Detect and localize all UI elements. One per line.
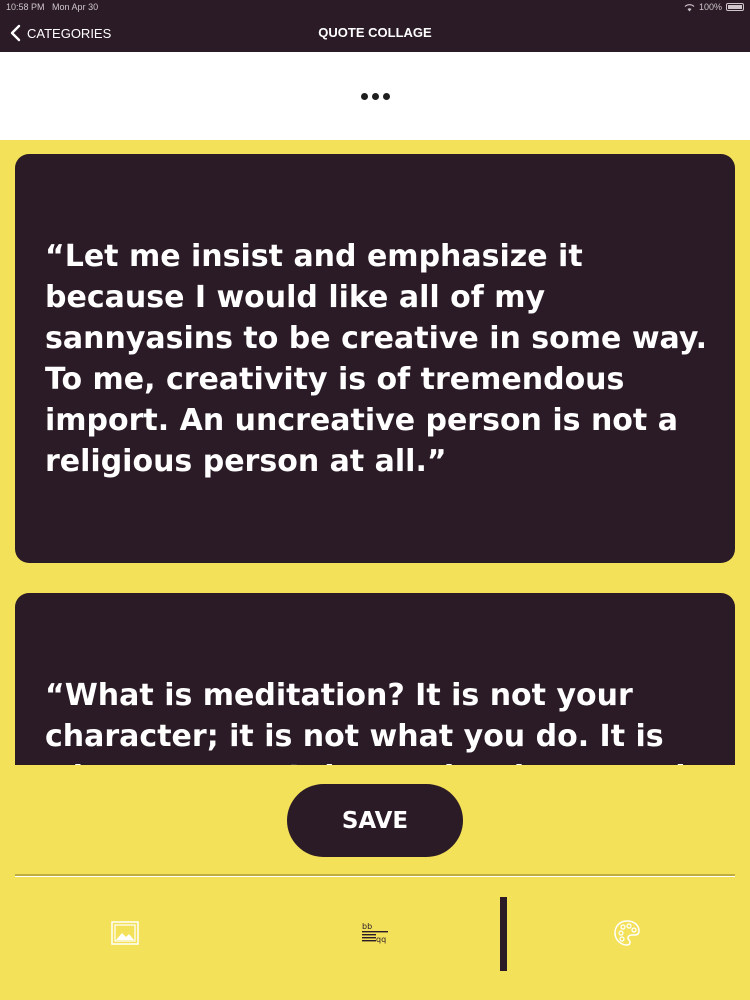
image-tab[interactable] (110, 918, 140, 948)
svg-text:bb: bb (362, 922, 372, 931)
color-tab[interactable] (612, 918, 642, 948)
navigation-bar: CATEGORIES QUOTE COLLAGE (0, 14, 750, 52)
quote-list[interactable]: “Let me insist and emphasize it because … (0, 140, 750, 765)
more-dot-icon (371, 92, 379, 100)
quote-text: “What is meditation? It is not your char… (45, 678, 700, 765)
battery-icon (726, 3, 744, 11)
quote-text: “Let me insist and emphasize it because … (45, 239, 708, 479)
chevron-left-icon (10, 24, 21, 42)
status-time: 10:58 PM (6, 2, 45, 12)
image-frame-icon (111, 921, 139, 945)
palette-icon (614, 920, 640, 946)
divider (15, 874, 735, 877)
quote-card[interactable]: “What is meditation? It is not your char… (15, 593, 735, 765)
more-options-button[interactable] (355, 82, 395, 110)
battery-percent: 100% (698, 2, 722, 12)
save-button[interactable]: SAVE (287, 784, 463, 857)
quote-card[interactable]: “Let me insist and emphasize it because … (15, 154, 735, 563)
more-dot-icon (360, 92, 368, 100)
back-button-label: CATEGORIES (27, 25, 112, 41)
svg-text:qq: qq (376, 935, 386, 944)
status-bar: 10:58 PM Mon Apr 30 100% (0, 0, 750, 14)
status-left: 10:58 PM Mon Apr 30 (6, 0, 98, 14)
more-dot-icon (382, 92, 390, 100)
page-title: QUOTE COLLAGE (318, 25, 432, 40)
text-style-tab[interactable]: bb qq (360, 918, 390, 948)
text-style-icon: bb qq (362, 922, 388, 944)
back-button[interactable]: CATEGORIES (8, 14, 111, 52)
status-date: Mon Apr 30 (52, 2, 99, 12)
wifi-icon (684, 3, 695, 11)
status-right: 100% (684, 0, 744, 14)
tab-selection-indicator (500, 897, 507, 971)
